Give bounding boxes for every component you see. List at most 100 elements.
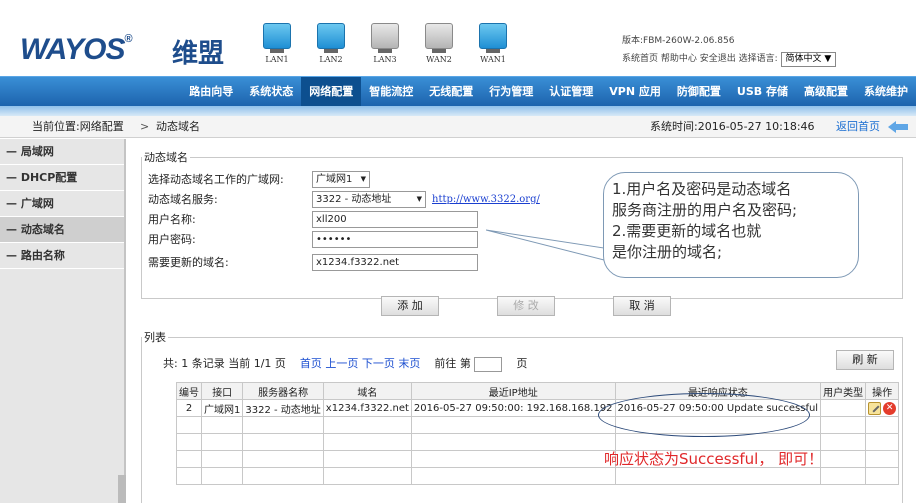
table-header-row: 编号 接口 服务器名称 域名 最近IP地址 最近响应状态 用户类型 操作 xyxy=(176,382,900,400)
service-label: 动态域名服务: xyxy=(148,193,218,206)
password-label: 用户密码: xyxy=(148,233,196,246)
edit-button[interactable]: 修 改 xyxy=(497,296,555,316)
sidebar-item-lan[interactable]: — 局域网 xyxy=(0,139,124,165)
username-label: 用户名称: xyxy=(148,213,196,226)
sidebar: — 局域网 — DHCP配置 — 广域网 — 动态域名 — 路由名称 xyxy=(0,139,126,503)
header-links[interactable]: 系统首页 帮助中心 安全退出 选择语言: 简体中文 ▼ xyxy=(622,50,837,68)
password-input[interactable]: •••••• xyxy=(312,231,478,248)
port-lan3-icon: LAN3 xyxy=(366,23,404,64)
edit-icon[interactable] xyxy=(868,401,882,415)
next-page-link[interactable]: 下一页 xyxy=(362,357,395,370)
header: WAYOS® 维盟 LAN1 LAN2 LAN3 WAN2 WAN1 版本:FB… xyxy=(0,18,916,76)
header-links-text[interactable]: 系统首页 帮助中心 安全退出 选择语言: xyxy=(622,54,778,64)
nav-band xyxy=(0,106,916,116)
sidebar-item-wan[interactable]: — 广域网 xyxy=(0,191,124,217)
nav-item-usb[interactable]: USB 存储 xyxy=(729,77,796,107)
nav-item-behavior[interactable]: 行为管理 xyxy=(481,77,541,107)
refresh-button[interactable]: 刷 新 xyxy=(836,350,894,370)
wan-select[interactable]: 广域网1 xyxy=(312,171,370,188)
cell-actions: ✕ xyxy=(865,399,900,417)
port-label: WAN2 xyxy=(426,55,452,64)
add-button[interactable]: 添 加 xyxy=(381,296,439,316)
prev-page-link[interactable]: 上一页 xyxy=(325,357,358,370)
back-arrow-icon[interactable] xyxy=(888,121,910,133)
cell-user-type xyxy=(820,399,867,417)
port-lan1-icon: LAN1 xyxy=(258,23,296,64)
nav-item-auth[interactable]: 认证管理 xyxy=(541,77,601,107)
nav-item-advanced[interactable]: 高级配置 xyxy=(796,77,856,107)
cell-id: 2 xyxy=(176,399,202,417)
sidebar-item-route-name[interactable]: — 路由名称 xyxy=(0,243,124,269)
port-label: LAN2 xyxy=(319,55,343,64)
wayos-logo: WAYOS® xyxy=(20,33,133,67)
status-highlight-ellipse xyxy=(598,393,810,437)
col-id: 编号 xyxy=(176,382,202,400)
wan-label: 选择动态域名工作的广域网: xyxy=(148,173,284,186)
main-nav: 路由向导 系统状态 网络配置 智能流控 无线配置 行为管理 认证管理 VPN 应… xyxy=(0,76,916,107)
col-user-type: 用户类型 xyxy=(820,382,867,400)
ddns-table: 编号 接口 服务器名称 域名 最近IP地址 最近响应状态 用户类型 操作 2 广… xyxy=(176,382,900,485)
version-text: 版本:FBM-260W-2.06.856 xyxy=(622,36,735,46)
system-time: 系统时间:2016-05-27 10:18:46 xyxy=(650,120,815,133)
language-value[interactable]: 简体中文 xyxy=(786,54,822,64)
ddns-legend: 动态域名 xyxy=(144,151,188,164)
sidebar-item-ddns[interactable]: — 动态域名 xyxy=(0,217,124,243)
page-number-input[interactable] xyxy=(474,356,503,372)
list-legend: 列表 xyxy=(144,331,166,344)
breadcrumb-page: 动态域名 xyxy=(156,120,200,133)
annotation-callout: 1.用户名及密码是动态域名 服务商注册的用户名及密码; 2.需要更新的域名也就 … xyxy=(603,172,859,278)
sidebar-scrollbar[interactable] xyxy=(118,475,126,503)
service-select[interactable]: 3322 - 动态地址 xyxy=(312,191,426,208)
nav-item-vpn[interactable]: VPN 应用 xyxy=(601,77,669,107)
col-domain: 域名 xyxy=(322,382,412,400)
last-page-link[interactable]: 末页 xyxy=(398,357,420,370)
port-label: LAN1 xyxy=(265,55,289,64)
username-input[interactable]: xll200 xyxy=(312,211,478,228)
service-provider-link[interactable]: http://www.3322.org/ xyxy=(432,191,540,209)
callout-line: 2.需要更新的域名也就 xyxy=(612,222,762,240)
port-label: LAN3 xyxy=(373,55,397,64)
domain-label: 需要更新的域名: xyxy=(148,256,229,269)
col-actions: 操作 xyxy=(865,382,900,400)
col-interface: 接口 xyxy=(200,382,244,400)
wan-select-value[interactable]: 广域网1 xyxy=(316,174,352,185)
nav-item-defense[interactable]: 防御配置 xyxy=(669,77,729,107)
col-server: 服务器名称 xyxy=(242,382,324,400)
nav-item-flow-control[interactable]: 智能流控 xyxy=(361,77,421,107)
cancel-button[interactable]: 取 消 xyxy=(613,296,671,316)
service-select-value[interactable]: 3322 - 动态地址 xyxy=(316,194,391,205)
callout-line: 服务商注册的用户名及密码; xyxy=(612,201,798,219)
cell-last-ip: 2016-05-27 09:50:00: 192.168.168.192 xyxy=(410,399,616,417)
port-wan2-icon: WAN2 xyxy=(420,23,458,64)
callout-line: 是你注册的域名; xyxy=(612,243,723,261)
domain-input[interactable]: x1234.f3322.net xyxy=(312,254,478,271)
annotation-note: 响应状态为Successful， 即可！ xyxy=(604,450,824,468)
callout-line: 1.用户名及密码是动态域名 xyxy=(612,180,792,198)
cell-interface: 广域网1 xyxy=(200,399,244,417)
registered-mark: ® xyxy=(124,33,132,45)
col-last-ip: 最近IP地址 xyxy=(410,382,616,400)
nav-item-status[interactable]: 系统状态 xyxy=(241,77,301,107)
language-select[interactable]: 简体中文 ▼ xyxy=(780,52,837,67)
back-home-link[interactable]: 返回首页 xyxy=(836,116,880,138)
nav-item-wireless[interactable]: 无线配置 xyxy=(421,77,481,107)
cell-domain: x1234.f3322.net xyxy=(322,399,412,417)
nav-item-wizard[interactable]: 路由向导 xyxy=(181,77,241,107)
breadcrumb-separator: > xyxy=(140,120,150,133)
header-info: 版本:FBM-260W-2.06.856 系统首页 帮助中心 安全退出 选择语言… xyxy=(622,32,837,68)
breadcrumb-location: 当前位置:网络配置 xyxy=(32,120,124,133)
pager: 共: 1 条记录 当前 1/1 页 首页 上一页 下一页 末页 前往 第 页 xyxy=(163,355,527,373)
nav-item-network[interactable]: 网络配置 xyxy=(301,77,362,107)
logo-text: WAYOS xyxy=(20,33,125,66)
goto-label: 前往 第 xyxy=(434,357,471,370)
table-row-empty xyxy=(176,467,900,485)
port-label: WAN1 xyxy=(480,55,506,64)
nav-item-maintenance[interactable]: 系统维护 xyxy=(856,77,916,107)
delete-icon[interactable]: ✕ xyxy=(883,401,897,415)
goto-suffix: 页 xyxy=(516,357,528,370)
callout-pointer xyxy=(486,229,605,261)
breadcrumb: 当前位置:网络配置 > 动态域名 系统时间:2016-05-27 10:18:4… xyxy=(0,116,916,138)
port-lan2-icon: LAN2 xyxy=(312,23,350,64)
first-page-link[interactable]: 首页 xyxy=(300,357,322,370)
sidebar-item-dhcp[interactable]: — DHCP配置 xyxy=(0,165,124,191)
